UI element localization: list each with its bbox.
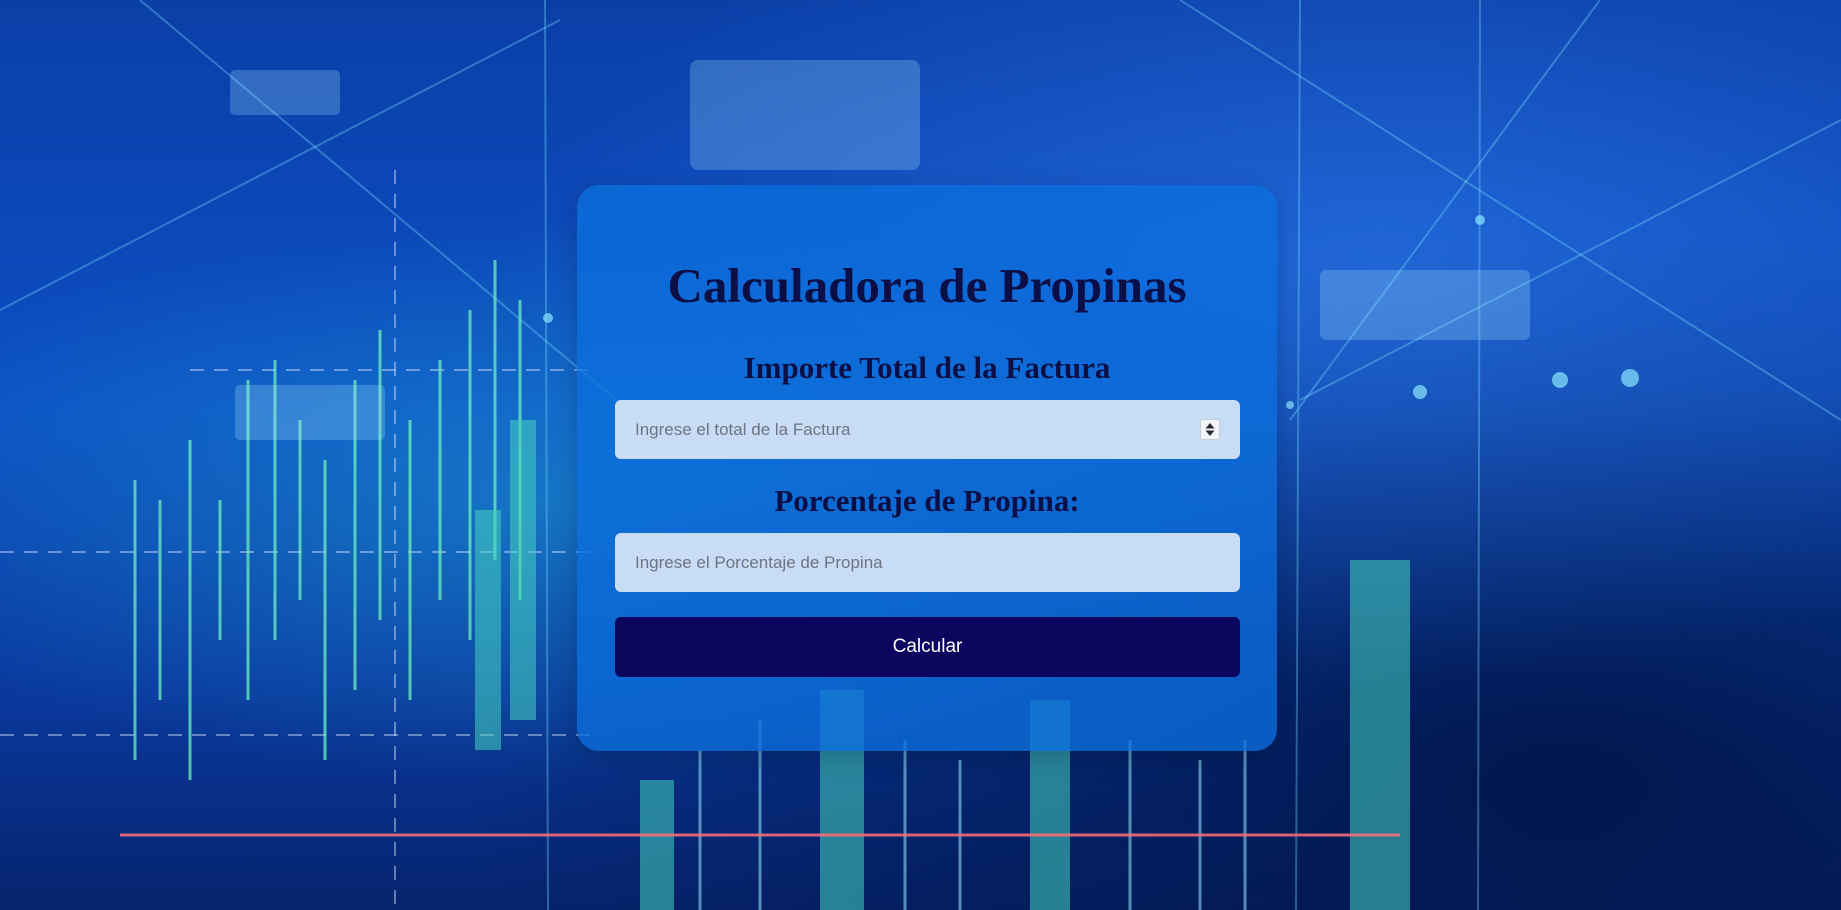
tip-percentage-field [615, 533, 1240, 592]
tip-percentage-label: Porcentaje de Propina: [774, 483, 1080, 518]
bill-total-input[interactable] [615, 400, 1240, 459]
calculate-button[interactable]: Calcular [615, 617, 1240, 677]
tip-percentage-input[interactable] [615, 533, 1240, 592]
bill-total-field [615, 400, 1240, 459]
page-title: Calculadora de Propinas [667, 258, 1187, 313]
bill-total-label: Importe Total de la Factura [743, 350, 1111, 385]
tip-calculator-card: Calculadora de Propinas Importe Total de… [577, 185, 1277, 751]
up-down-stepper-icon[interactable] [1200, 419, 1220, 440]
